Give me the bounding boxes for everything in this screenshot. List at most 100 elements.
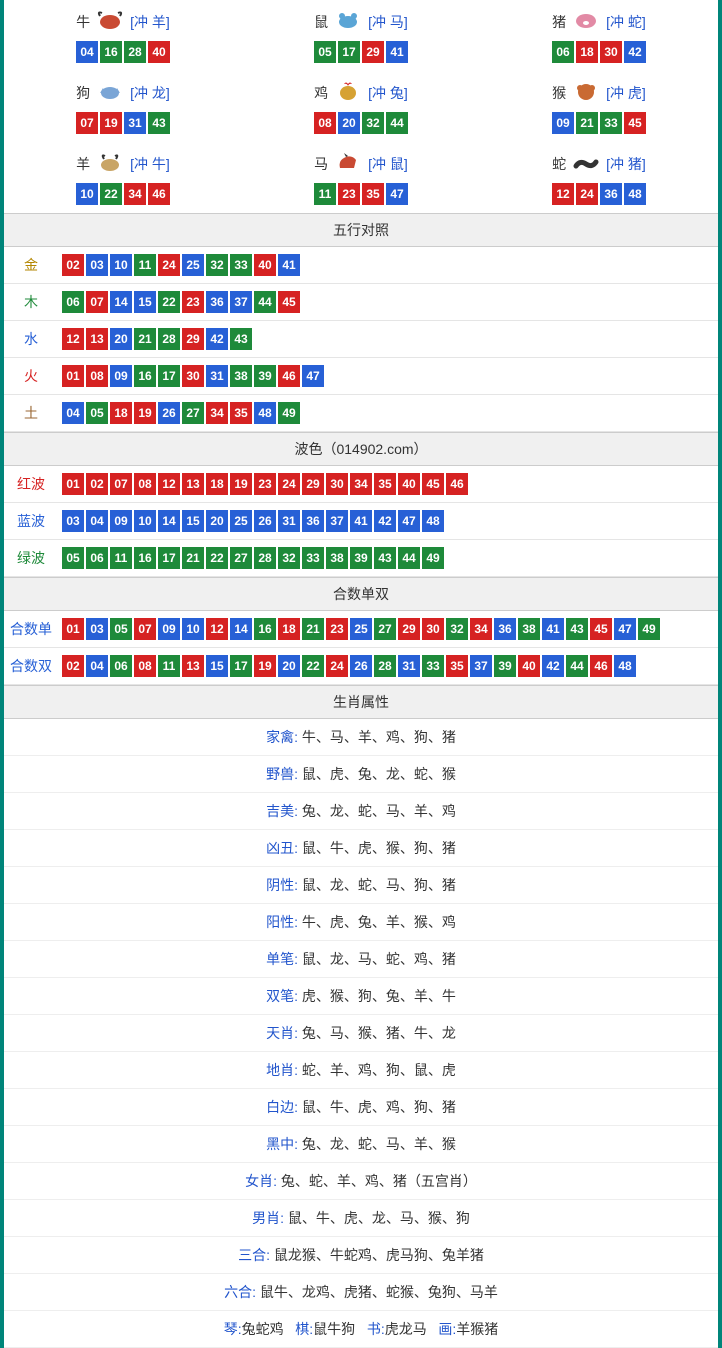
number-ball: 23 <box>326 618 348 640</box>
number-ball: 45 <box>590 618 612 640</box>
number-ball: 32 <box>206 254 228 276</box>
wuxing-rows: 金02031011242532334041木060714152223363744… <box>4 247 718 432</box>
attr-value: 鼠、虎、兔、龙、蛇、猴 <box>302 766 456 782</box>
row-label: 合数单 <box>4 611 58 647</box>
zodiac-cell-rooster: 鸡[冲 兔]08203244 <box>242 71 480 142</box>
attr-row: 黑中: 兔、龙、蛇、马、羊、猴 <box>4 1126 718 1163</box>
number-ball: 45 <box>624 112 646 134</box>
zodiac-pig-icon <box>570 8 602 35</box>
number-ball: 19 <box>230 473 252 495</box>
row-label: 绿波 <box>4 540 58 576</box>
number-ball: 30 <box>182 365 204 387</box>
number-ball: 13 <box>86 328 108 350</box>
number-ball: 20 <box>278 655 300 677</box>
num-row: 木06071415222336374445 <box>4 284 718 321</box>
attr-value: 虎、猴、狗、兔、羊、牛 <box>302 988 456 1004</box>
attr-value: 蛇、羊、鸡、狗、鼠、虎 <box>302 1062 456 1078</box>
number-ball: 06 <box>86 547 108 569</box>
attr-footer-row: 琴:兔蛇鸡 棋:鼠牛狗 书:虎龙马 画:羊猴猪 <box>4 1311 718 1348</box>
bose-header: 波色（014902.com） <box>4 432 718 466</box>
attr-label: 棋: <box>295 1321 313 1337</box>
number-ball: 31 <box>206 365 228 387</box>
row-label: 火 <box>4 358 58 394</box>
number-ball: 43 <box>148 112 170 134</box>
number-ball: 44 <box>254 291 276 313</box>
zodiac-chong: [冲 兔] <box>368 83 408 103</box>
attr-value: 兔、马、猴、猪、牛、龙 <box>302 1025 456 1041</box>
attr-row: 阴性: 鼠、龙、蛇、马、狗、猪 <box>4 867 718 904</box>
zodiac-grid: 牛[冲 羊]04162840鼠[冲 马]05172941猪[冲 蛇]061830… <box>4 0 718 213</box>
row-label: 蓝波 <box>4 503 58 539</box>
number-ball: 33 <box>600 112 622 134</box>
attr-label: 凶丑: <box>266 840 298 856</box>
attr-row: 双笔: 虎、猴、狗、兔、羊、牛 <box>4 978 718 1015</box>
number-ball: 49 <box>278 402 300 424</box>
attr-value: 牛、马、羊、鸡、狗、猪 <box>302 729 456 745</box>
number-ball: 42 <box>374 510 396 532</box>
number-ball: 02 <box>62 655 84 677</box>
number-ball: 37 <box>326 510 348 532</box>
attr-row: 女肖: 兔、蛇、羊、鸡、猪（五宫肖） <box>4 1163 718 1200</box>
number-ball: 39 <box>254 365 276 387</box>
number-ball: 14 <box>158 510 180 532</box>
number-ball: 45 <box>278 291 300 313</box>
attr-row: 吉美: 兔、龙、蛇、马、羊、鸡 <box>4 793 718 830</box>
number-ball: 30 <box>600 41 622 63</box>
number-ball: 12 <box>62 328 84 350</box>
attr-value: 兔、蛇、羊、鸡、猪（五宫肖） <box>281 1173 477 1189</box>
number-ball: 23 <box>182 291 204 313</box>
number-ball: 05 <box>314 41 336 63</box>
number-ball: 26 <box>350 655 372 677</box>
number-ball: 07 <box>110 473 132 495</box>
number-ball: 16 <box>134 547 156 569</box>
number-ball: 03 <box>62 510 84 532</box>
number-ball: 25 <box>350 618 372 640</box>
zodiac-name: 鸡 <box>314 83 328 103</box>
zodiac-cell-monkey: 猴[冲 虎]09213345 <box>480 71 718 142</box>
number-ball: 38 <box>326 547 348 569</box>
zodiac-title: 狗[冲 龙] <box>4 79 242 106</box>
number-ball: 10 <box>76 183 98 205</box>
number-ball: 03 <box>86 254 108 276</box>
number-ball: 13 <box>182 655 204 677</box>
zodiac-dog-icon <box>94 79 126 106</box>
number-ball: 01 <box>62 365 84 387</box>
number-ball: 35 <box>446 655 468 677</box>
number-ball: 42 <box>206 328 228 350</box>
number-ball: 32 <box>362 112 384 134</box>
zodiac-cell-goat: 羊[冲 牛]10223446 <box>4 142 242 213</box>
number-ball: 38 <box>518 618 540 640</box>
row-content: 1213202128294243 <box>58 322 718 356</box>
row-content: 06071415222336374445 <box>58 285 718 319</box>
number-ball: 49 <box>638 618 660 640</box>
attr-row: 地肖: 蛇、羊、鸡、狗、鼠、虎 <box>4 1052 718 1089</box>
number-ball: 40 <box>254 254 276 276</box>
number-ball: 43 <box>374 547 396 569</box>
number-ball: 20 <box>206 510 228 532</box>
row-content: 03040910141520252631363741424748 <box>58 504 718 538</box>
attr-value: 虎龙马 <box>385 1321 427 1337</box>
number-ball: 43 <box>566 618 588 640</box>
number-ball: 08 <box>314 112 336 134</box>
number-ball: 17 <box>338 41 360 63</box>
number-ball: 21 <box>134 328 156 350</box>
number-ball: 22 <box>206 547 228 569</box>
row-content: 0103050709101214161821232527293032343638… <box>58 612 718 646</box>
zodiac-nums: 06183042 <box>480 41 718 63</box>
num-row: 金02031011242532334041 <box>4 247 718 284</box>
number-ball: 30 <box>422 618 444 640</box>
row-content: 0102070812131819232429303435404546 <box>58 467 718 501</box>
number-ball: 24 <box>576 183 598 205</box>
zodiac-title: 马[冲 鼠] <box>242 150 480 177</box>
zodiac-title: 猴[冲 虎] <box>480 79 718 106</box>
attr-label: 吉美: <box>266 803 298 819</box>
number-ball: 03 <box>86 618 108 640</box>
zodiac-nums: 11233547 <box>242 183 480 205</box>
number-ball: 40 <box>398 473 420 495</box>
attr-label: 男肖: <box>252 1210 284 1226</box>
attr-label: 黑中: <box>266 1136 298 1152</box>
zodiac-name: 牛 <box>76 12 90 32</box>
number-ball: 35 <box>362 183 384 205</box>
zodiac-chong: [冲 鼠] <box>368 154 408 174</box>
number-ball: 27 <box>182 402 204 424</box>
